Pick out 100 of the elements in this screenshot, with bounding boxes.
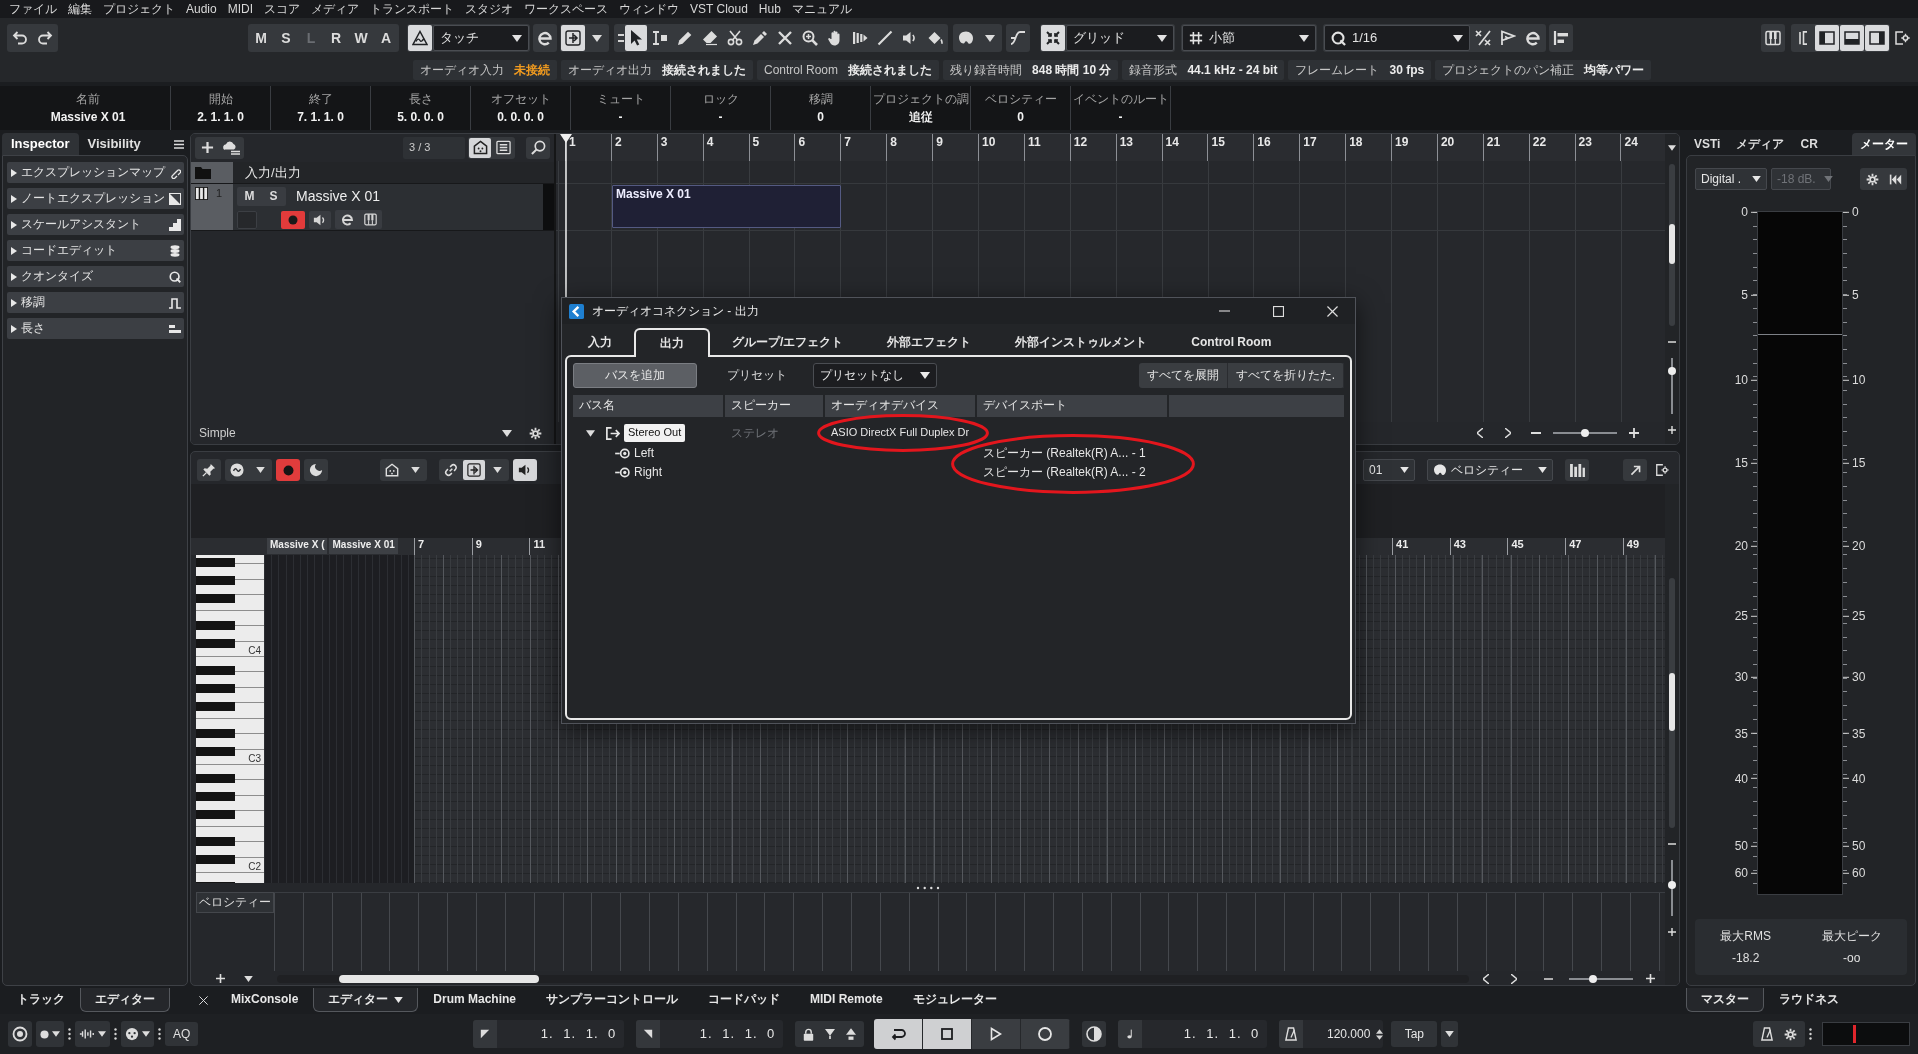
piano-octave[interactable]: C3 xyxy=(196,657,264,765)
dotted-circle-icon[interactable] xyxy=(125,1027,139,1041)
info-value[interactable]: Massive X 01 xyxy=(50,109,126,124)
zoom-knob[interactable] xyxy=(1668,880,1676,889)
zone-tab[interactable]: マスター xyxy=(1686,988,1764,1012)
info-value[interactable]: - xyxy=(618,109,623,124)
grip-icon[interactable] xyxy=(618,33,624,43)
inspector-section[interactable]: スケールアシスタント xyxy=(7,214,184,235)
caret-icon[interactable] xyxy=(142,1031,150,1037)
meter-type-dropdown[interactable]: Digital . xyxy=(1695,168,1767,190)
zone-tab[interactable]: エディター xyxy=(80,988,170,1012)
zone-toggle-button[interactable] xyxy=(1815,25,1839,51)
inspector-tab[interactable]: Visibility xyxy=(78,133,150,155)
menu-item[interactable]: プロジェクト xyxy=(103,1,175,17)
preset-dropdown[interactable]: プリセットなし xyxy=(813,362,937,388)
solo-button[interactable]: S xyxy=(262,187,285,206)
part-label[interactable]: Massive X ( xyxy=(267,538,328,554)
settings-button[interactable] xyxy=(8,1021,32,1047)
inspector-section[interactable]: ノートエクスプレッション xyxy=(7,188,184,209)
keyboard-button[interactable] xyxy=(1761,24,1785,52)
right-locator[interactable]: 1. 1. 1. 0 xyxy=(636,1020,784,1048)
inspector-tab[interactable]: Inspector xyxy=(2,133,79,155)
menu-item[interactable]: 編集 xyxy=(68,1,92,17)
kebab-icon[interactable] xyxy=(1809,1028,1812,1040)
dialog-tab[interactable]: Control Room xyxy=(1169,328,1294,355)
mode-toggle[interactable]: S xyxy=(274,25,298,51)
position-display[interactable]: 1. 1. 1. 0 xyxy=(1118,1020,1268,1048)
inspector-section[interactable]: クオンタイズ xyxy=(7,266,184,287)
inspector-section[interactable]: エクスプレッションマップ xyxy=(7,162,184,183)
tempo-field[interactable]: 120.000 xyxy=(1279,1020,1384,1048)
menu-item[interactable]: メディア xyxy=(311,1,360,17)
track-preset[interactable]: Simple xyxy=(199,425,236,441)
retrospective-button[interactable] xyxy=(304,459,328,481)
menu-item[interactable]: Hub xyxy=(758,1,781,17)
menu-item[interactable]: マニュアル xyxy=(791,1,852,17)
quantize-dropdown[interactable]: 1/16 xyxy=(1324,25,1470,51)
info-value[interactable]: 7. 1. 1. 0 xyxy=(297,109,344,124)
edit-button[interactable] xyxy=(533,24,557,52)
menu-item[interactable]: VST Cloud xyxy=(690,1,748,17)
zone-tab[interactable]: サンプラーコントロール xyxy=(531,988,694,1012)
inspector-section[interactable]: 移調 xyxy=(7,292,184,313)
zone-tab[interactable]: Drum Machine xyxy=(418,988,532,1012)
menu-item[interactable]: スタジオ xyxy=(465,1,514,17)
scroll-thumb[interactable] xyxy=(1669,673,1675,731)
scroll-thumb[interactable] xyxy=(339,974,539,983)
zone-tab[interactable]: コードパッド xyxy=(693,988,796,1012)
acoustic-feedback-button[interactable] xyxy=(513,459,537,481)
automation-button[interactable] xyxy=(408,25,432,51)
zone-tab[interactable]: MIDI Remote xyxy=(795,988,898,1012)
cycle-button[interactable] xyxy=(874,1019,924,1049)
inspector-section[interactable]: コードエディット xyxy=(7,240,184,261)
midi-part[interactable]: Massive X 01 xyxy=(612,185,841,228)
column-header[interactable]: バス名 xyxy=(573,395,723,417)
device-port[interactable]: スピーカー (Realtek(R) A... - 2 xyxy=(983,465,1146,480)
menu-item[interactable]: ワークスペース xyxy=(524,1,609,17)
square-toggle[interactable] xyxy=(237,210,257,229)
zone-tab[interactable]: モジュレーター xyxy=(897,988,1012,1012)
menu-item[interactable]: Audio xyxy=(186,1,217,17)
menu-item[interactable]: トランスポート xyxy=(370,1,455,17)
info-value[interactable]: 追従 xyxy=(908,109,933,124)
info-value[interactable]: 0 xyxy=(1017,109,1024,124)
menu-item[interactable]: ファイル xyxy=(9,1,57,17)
lane-dropdown[interactable]: ベロシティー xyxy=(1427,459,1553,481)
add-bus-button[interactable]: バスを追加 xyxy=(573,362,697,388)
stop-button[interactable] xyxy=(923,1019,973,1049)
bars-button[interactable] xyxy=(1565,459,1589,481)
mode-toggle[interactable]: A xyxy=(374,25,398,51)
column-header[interactable]: デバイスポート xyxy=(977,395,1167,417)
horizontal-scrollbar[interactable] xyxy=(277,974,1469,983)
tool-button[interactable] xyxy=(625,25,647,51)
piano-octave[interactable]: C2 xyxy=(196,765,264,873)
zone-toggle-button[interactable] xyxy=(1840,25,1864,51)
splitter-handle-icon[interactable] xyxy=(916,885,940,890)
mode-toggle[interactable]: R xyxy=(324,25,348,51)
menu-item[interactable]: ウィンドウ xyxy=(619,1,680,17)
device-port[interactable]: スピーカー (Realtek(R) A... - 1 xyxy=(983,446,1146,461)
info-value[interactable]: 0 xyxy=(817,109,824,124)
waveform-icon[interactable] xyxy=(79,1028,95,1040)
align-button[interactable] xyxy=(1549,24,1573,52)
auto-quantize-button[interactable]: AQ xyxy=(165,1022,199,1046)
column-header[interactable]: オーディオデバイス xyxy=(825,395,975,417)
part-dropdown[interactable]: 01 xyxy=(1363,459,1415,481)
zoom-knob[interactable] xyxy=(1588,974,1597,983)
zone-tab[interactable]: メディア xyxy=(1728,133,1793,155)
menu-item[interactable]: MIDI xyxy=(227,1,254,17)
collapse-all-button[interactable]: すべてを折りたた. xyxy=(1227,362,1344,388)
dialog-tab[interactable]: 外部インストゥルメント xyxy=(993,328,1170,355)
zone-tab[interactable]: メーター xyxy=(1852,133,1916,155)
grid-type-dropdown[interactable]: 小節 xyxy=(1182,25,1316,51)
dialog-tab[interactable]: 外部エフェクト xyxy=(865,328,994,355)
open-window-button[interactable] xyxy=(1623,459,1647,481)
zoom-knob[interactable] xyxy=(1581,429,1589,437)
vertical-scrollbar[interactable] xyxy=(1669,578,1675,828)
monitor-button[interactable] xyxy=(1082,1021,1107,1047)
info-value[interactable]: 5. 0. 0. 0 xyxy=(397,109,444,124)
arrows-button[interactable] xyxy=(463,460,485,480)
curve-button[interactable] xyxy=(1006,24,1030,52)
dialog-tab[interactable]: グループ/エフェクト xyxy=(710,328,866,355)
arrows-button[interactable] xyxy=(561,25,585,51)
caret-icon[interactable] xyxy=(98,1031,106,1037)
